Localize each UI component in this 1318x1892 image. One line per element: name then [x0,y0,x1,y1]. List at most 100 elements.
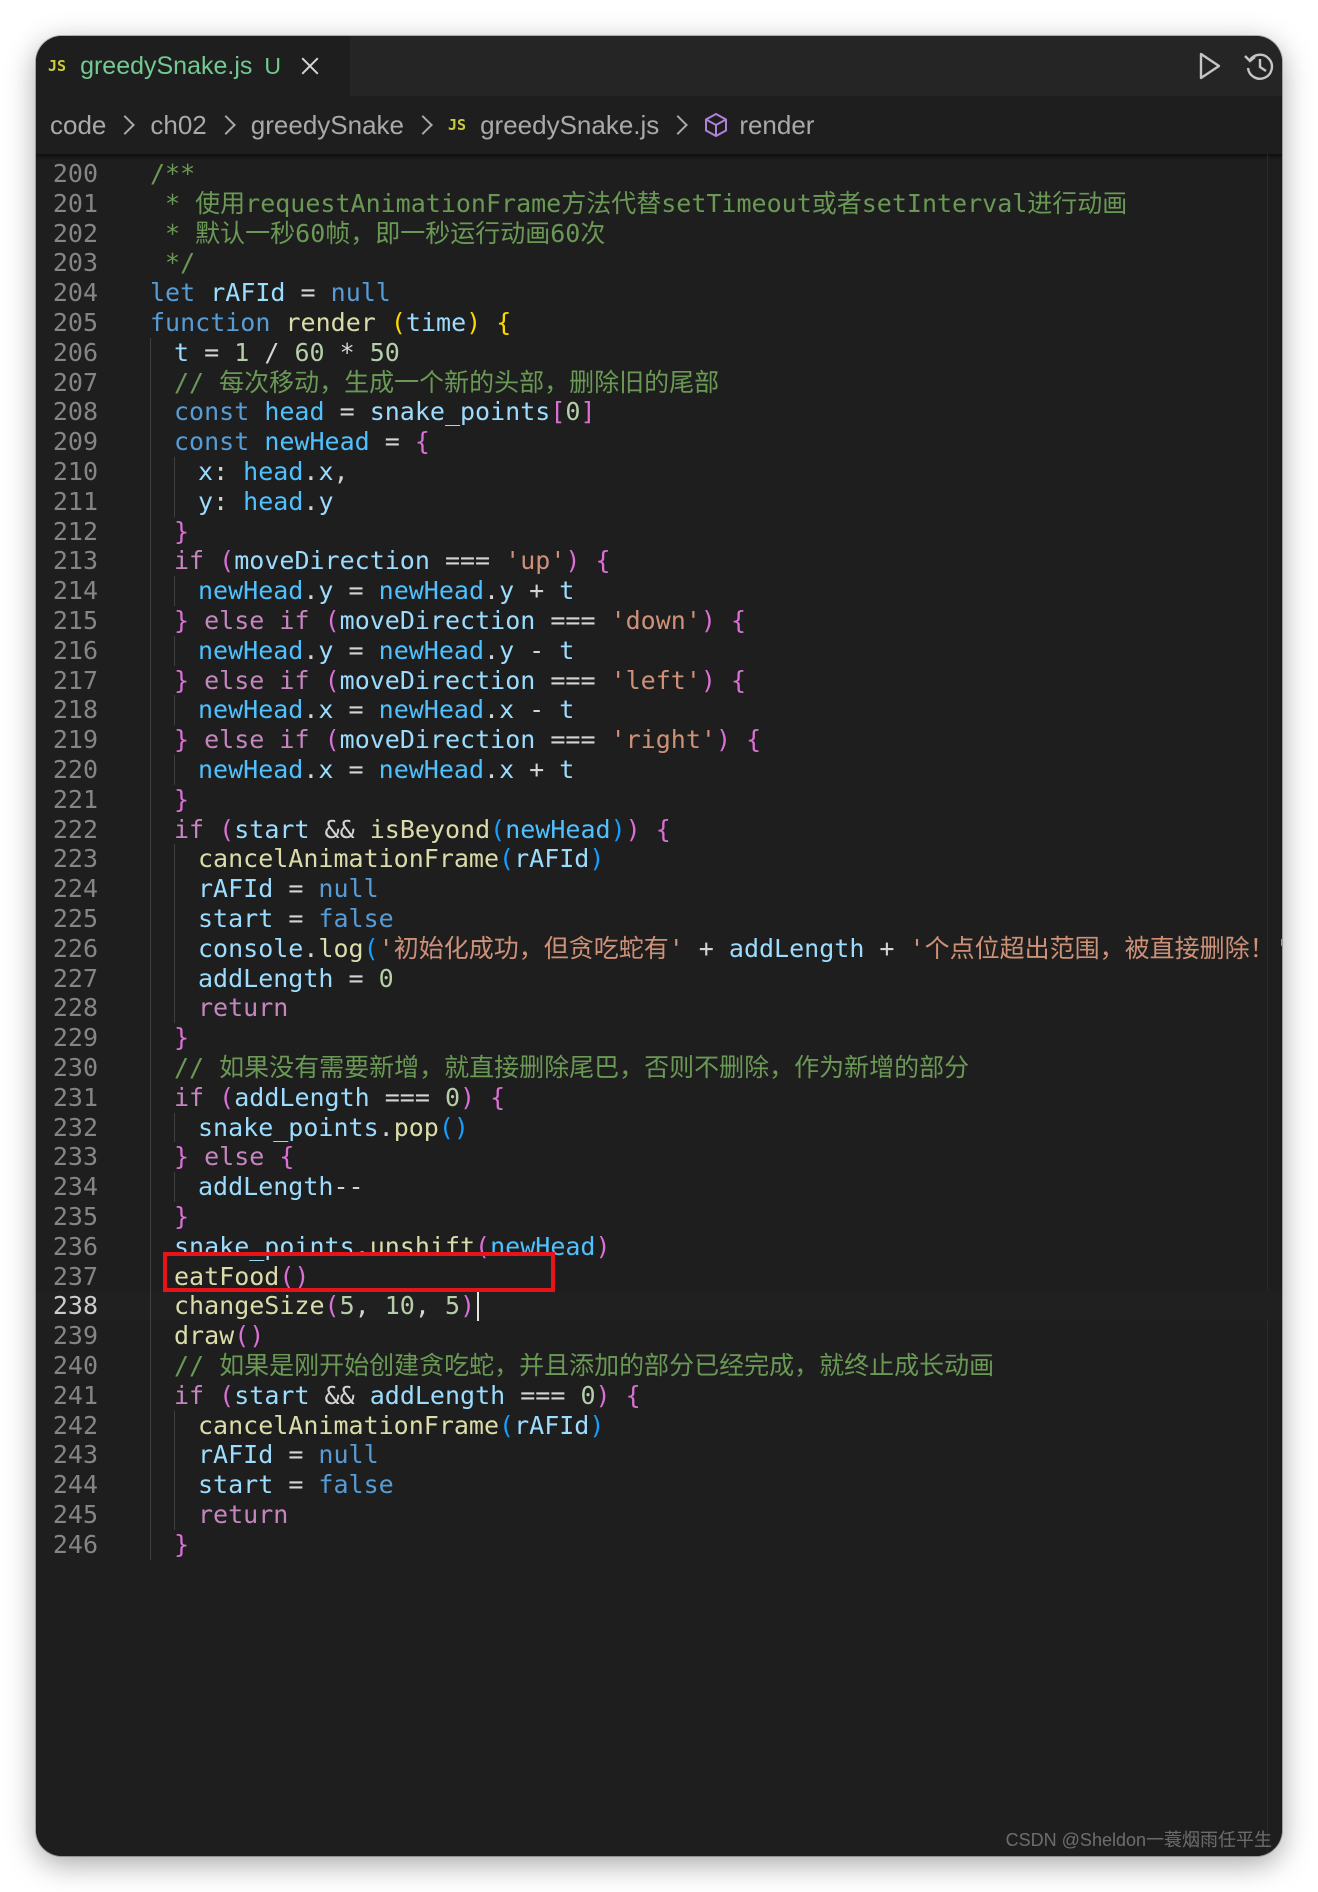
run-icon[interactable] [1192,48,1226,84]
code-token: let [150,278,196,308]
code-token: = [333,576,379,606]
code-line[interactable]: 214 newHead.y = newHead.y + t [36,576,1282,606]
code-line[interactable]: 242 cancelAnimationFrame(rAFId) [36,1410,1282,1441]
code-token: + [514,576,560,606]
code-line[interactable]: 238 changeSize(5, 10, 5) [36,1291,1282,1322]
code-line[interactable]: 206 t = 1 / 60 * 50 [36,337,1282,368]
code-line[interactable]: 240 // 如果是刚开始创建贪吃蛇，并且添加的部分已经完成，就终止成长动画 [36,1351,1282,1381]
line-number: 229 [52,1023,98,1053]
code-token: . [484,576,500,606]
indent-guide [150,993,151,1024]
code-line[interactable]: 225 start = false [36,904,1282,934]
code-line[interactable]: 231 if (addLength === 0) { [36,1082,1282,1113]
code-line[interactable]: 218 newHead.x = newHead.x - t [36,695,1282,726]
code-line[interactable]: 220 newHead.x = newHead.x + t [36,755,1282,785]
code-token: cancelAnimationFrame [198,1410,500,1440]
code-line[interactable]: 211 y: head.y [36,486,1282,517]
code-token: newHead [378,635,484,665]
breadcrumb-item-greedysnake[interactable]: greedySnake [251,110,404,141]
code-line[interactable]: 229} [36,1023,1282,1053]
timeline-history-icon[interactable] [1242,48,1276,84]
line-number: 225 [52,904,98,933]
tab-greedysnake-js[interactable]: JS greedySnake.js U [36,36,350,96]
code-line[interactable]: 212} [36,516,1282,547]
code-token: } [174,665,190,695]
indent-guide [150,695,151,726]
code-line[interactable]: 204 let rAFId = null [36,278,1282,308]
code-line[interactable]: 241 if (start && addLength === 0) { [36,1380,1282,1411]
code-token: . [303,695,319,725]
code-token: ] [580,397,596,427]
code-line[interactable]: 201 * 使用requestAnimationFrame方法代替setTime… [36,189,1282,219]
code-token: { [625,1380,641,1410]
code-line[interactable]: 215} else if (moveDirection === 'down') … [36,606,1282,636]
code-line[interactable]: 208 const head = snake_points[0] [36,397,1282,428]
code-token: { [279,1142,295,1172]
code-line[interactable]: 209 const newHead = { [36,427,1282,457]
code-line[interactable]: 200 /** [36,159,1282,189]
code-line[interactable]: 221} [36,784,1282,815]
code-line[interactable]: 216 newHead.y = newHead.y - t [36,635,1282,666]
code-token: if [174,1082,205,1112]
code-line[interactable]: 233} else { [36,1142,1282,1173]
line-code: // 如果没有需要新增，就直接删除尾巴，否则不删除，作为新增的部分 [174,1053,969,1083]
code-token: === [535,606,611,635]
code-line[interactable]: 244 start = false [36,1470,1282,1500]
breadcrumb-item-symbol[interactable]: render [739,110,814,141]
code-line[interactable]: 235} [36,1202,1282,1232]
code-line[interactable]: 234 addLength-- [36,1172,1282,1202]
line-code: const newHead = { [174,427,430,457]
code-token: === [369,1082,445,1112]
code-line[interactable]: 245 return [36,1500,1282,1530]
code-line[interactable]: 219} else if (moveDirection === 'right')… [36,725,1282,755]
code-token: = [333,963,379,993]
code-line[interactable]: 239 draw() [36,1321,1282,1351]
code-token: snake_points [369,397,551,427]
breadcrumb-item-file[interactable]: greedySnake.js [480,110,659,141]
breadcrumb-item-code[interactable]: code [50,110,106,141]
code-token: rAFId [514,1410,590,1440]
code-line[interactable]: 243 rAFId = null [36,1440,1282,1471]
code-line[interactable]: 230 // 如果没有需要新增，就直接删除尾巴，否则不删除，作为新增的部分 [36,1053,1282,1083]
close-icon[interactable] [299,55,321,77]
indent-guide [150,933,151,964]
code-token: ( [219,814,235,844]
code-line[interactable]: 226 console.log('初始化成功，但贪吃蛇有' + addLength… [36,933,1282,964]
code-token: x [318,695,334,725]
code-line[interactable]: 207 // 每次移动，生成一个新的头部，删除旧的尾部 [36,367,1282,398]
code-line[interactable]: 246} [36,1529,1282,1560]
line-number: 205 [52,308,98,337]
line-number: 202 [52,218,98,248]
code-token: newHead [378,576,484,606]
code-line[interactable]: 203 */ [36,248,1282,278]
code-line[interactable]: 228 return [36,993,1282,1024]
line-number: 206 [52,337,98,367]
code-line[interactable]: 224 rAFId = null [36,874,1282,904]
code-token: - [514,695,560,725]
indent-guide [150,1351,151,1381]
code-line[interactable]: 210 x: head.x, [36,457,1282,487]
code-line[interactable]: 223 cancelAnimationFrame(rAFId) [36,844,1282,875]
code-line[interactable]: 222 if (start && isBeyond(newHead)) { [36,814,1282,845]
code-line[interactable]: 205 function render (time) { [36,308,1282,338]
line-number: 214 [52,576,98,606]
code-token: 'down' [610,606,701,635]
code-line[interactable]: 202 * 默认一秒60帧，即一秒运行动画60次 [36,219,1282,249]
code-token: if [279,725,310,755]
indent-guide [150,1410,151,1441]
code-token: newHead [198,635,304,665]
code-token: x [318,457,334,486]
code-editor[interactable]: 200/** 201 * 使用requestAnimationFrame方法代替s… [36,154,1282,1856]
code-line[interactable]: 213 if (moveDirection === 'up') { [36,546,1282,577]
line-code: newHead.y = newHead.y - t [198,636,574,666]
line-number: 245 [52,1500,98,1529]
code-line[interactable]: 217} else if (moveDirection === 'left') … [36,665,1282,696]
line-number: 240 [52,1351,98,1380]
breadcrumb-item-ch02[interactable]: ch02 [150,110,206,141]
code-line[interactable]: 227 addLength = 0 [36,963,1282,994]
code-line[interactable]: 232 snake_points.pop() [36,1112,1282,1143]
